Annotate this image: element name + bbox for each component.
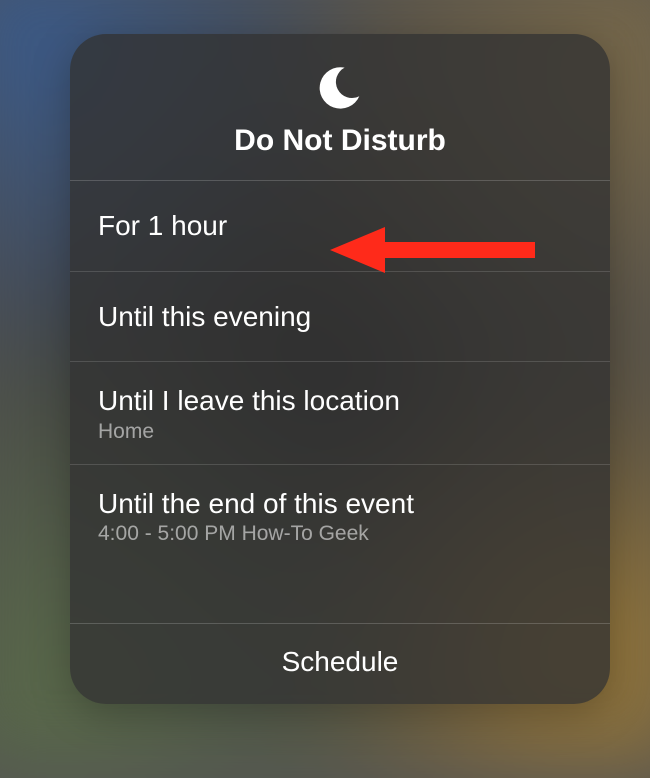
option-sublabel: Home xyxy=(98,420,582,444)
option-until-end-event[interactable]: Until the end of this event 4:00 - 5:00 … xyxy=(70,465,610,567)
schedule-button[interactable]: Schedule xyxy=(70,623,610,704)
option-label: Until I leave this location xyxy=(98,384,582,418)
footer-label: Schedule xyxy=(282,646,399,677)
dnd-panel: Do Not Disturb For 1 hour Until this eve… xyxy=(70,34,610,704)
option-until-leave-location[interactable]: Until I leave this location Home xyxy=(70,362,610,465)
panel-header: Do Not Disturb xyxy=(70,34,610,181)
option-sublabel: 4:00 - 5:00 PM How-To Geek xyxy=(98,522,582,546)
moon-icon xyxy=(317,64,363,110)
option-label: Until this evening xyxy=(98,300,582,334)
panel-title: Do Not Disturb xyxy=(234,124,446,158)
options-list: For 1 hour Until this evening Until I le… xyxy=(70,181,610,623)
option-until-evening[interactable]: Until this evening xyxy=(70,272,610,363)
option-for-1-hour[interactable]: For 1 hour xyxy=(70,181,610,272)
option-label: Until the end of this event xyxy=(98,487,582,521)
option-label: For 1 hour xyxy=(98,209,582,243)
